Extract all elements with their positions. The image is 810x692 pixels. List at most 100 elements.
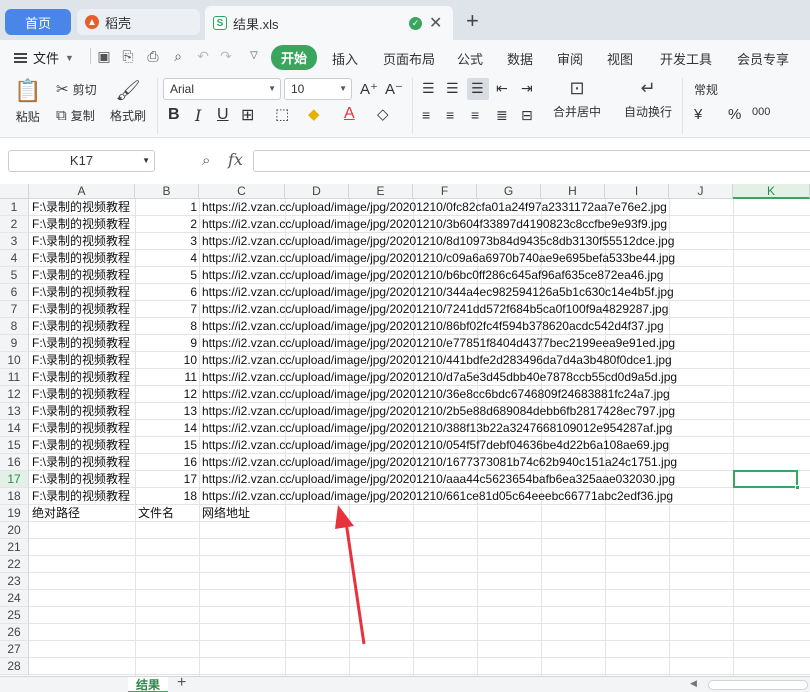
paste-button[interactable]: 📋 粘贴: [14, 78, 41, 125]
tab-start[interactable]: 开始: [271, 45, 318, 70]
redo-icon[interactable]: ↷: [218, 48, 234, 64]
cell-filename[interactable]: 10: [136, 352, 197, 369]
fill-icon[interactable]: ⬚: [275, 105, 289, 123]
align-bottom-icon[interactable]: ☰: [471, 80, 484, 97]
cell-url[interactable]: https://i2.vzan.cc/upload/image/jpg/2020…: [202, 488, 673, 505]
cell-filename[interactable]: 9: [136, 335, 197, 352]
row-header[interactable]: 10: [0, 352, 29, 369]
cell-path[interactable]: F:\录制的视频教程: [32, 318, 134, 335]
row-header[interactable]: 13: [0, 403, 29, 420]
cell-url[interactable]: https://i2.vzan.cc/upload/image/jpg/2020…: [202, 216, 667, 233]
tab-review[interactable]: 审阅: [557, 49, 583, 68]
cell-header-path[interactable]: 绝对路径: [32, 505, 80, 522]
add-tab-icon[interactable]: +: [466, 9, 479, 33]
cell-path[interactable]: F:\录制的视频教程: [32, 250, 134, 267]
row-header[interactable]: 24: [0, 590, 29, 607]
thousands-button[interactable]: 000: [752, 106, 770, 118]
cell-filename[interactable]: 6: [136, 284, 197, 301]
tab-page-layout[interactable]: 页面布局: [383, 49, 435, 68]
column-header[interactable]: J: [669, 184, 733, 199]
cell-filename[interactable]: 15: [136, 437, 197, 454]
cell-path[interactable]: F:\录制的视频教程: [32, 352, 134, 369]
print-icon[interactable]: ⎙: [145, 48, 161, 64]
row-header[interactable]: 2: [0, 216, 29, 233]
row-header[interactable]: 5: [0, 267, 29, 284]
column-header[interactable]: A: [29, 184, 135, 199]
row-header[interactable]: 22: [0, 556, 29, 573]
cell-path[interactable]: F:\录制的视频教程: [32, 420, 134, 437]
tab-data[interactable]: 数据: [507, 49, 533, 68]
font-size-select[interactable]: 10 ▼: [284, 78, 352, 100]
row-header[interactable]: 12: [0, 386, 29, 403]
cell-path[interactable]: F:\录制的视频教程: [32, 488, 134, 505]
row-header[interactable]: 3: [0, 233, 29, 250]
cell-filename[interactable]: 16: [136, 454, 197, 471]
row-header[interactable]: 16: [0, 454, 29, 471]
cell-filename[interactable]: 4: [136, 250, 197, 267]
cut-button[interactable]: ✂ 剪切: [56, 80, 97, 98]
spreadsheet-grid[interactable]: A B C D E F G H I J K 1 2 3 4 5 6 7 8 9 10 11 12 13 14 15 16 17 18 19…: [0, 184, 810, 676]
column-header[interactable]: I: [605, 184, 669, 199]
border-icon[interactable]: ⊞: [241, 105, 254, 125]
italic-icon[interactable]: I: [195, 106, 201, 125]
cell-filename[interactable]: 3: [136, 233, 197, 250]
cell-path[interactable]: F:\录制的视频教程: [32, 216, 134, 233]
cell-filename[interactable]: 7: [136, 301, 197, 318]
cell-filename[interactable]: 1: [136, 199, 197, 216]
cell-filename[interactable]: 17: [136, 471, 197, 488]
cell-url[interactable]: https://i2.vzan.cc/upload/image/jpg/2020…: [202, 369, 677, 386]
column-header[interactable]: D: [285, 184, 349, 199]
file-menu-button[interactable]: 文件 ▼: [14, 48, 74, 67]
row-header[interactable]: 9: [0, 335, 29, 352]
tab-member[interactable]: 会员专享: [737, 49, 789, 68]
currency-button[interactable]: ¥: [694, 106, 702, 123]
align-center-icon[interactable]: ≡: [446, 107, 454, 123]
print-preview-icon[interactable]: ⌕: [170, 48, 186, 64]
row-header[interactable]: 25: [0, 607, 29, 624]
align-middle-icon[interactable]: ☰: [446, 80, 459, 97]
cell-path[interactable]: F:\录制的视频教程: [32, 454, 134, 471]
cell-url[interactable]: https://i2.vzan.cc/upload/image/jpg/2020…: [202, 386, 670, 403]
cell-url[interactable]: https://i2.vzan.cc/upload/image/jpg/2020…: [202, 352, 672, 369]
justify-icon[interactable]: ≣: [496, 107, 508, 124]
column-header[interactable]: C: [199, 184, 285, 199]
row-header[interactable]: 20: [0, 522, 29, 539]
sheet-tab-result[interactable]: 结果: [128, 677, 168, 692]
cell-url[interactable]: https://i2.vzan.cc/upload/image/jpg/2020…: [202, 284, 674, 301]
column-header[interactable]: E: [349, 184, 413, 199]
number-format-select[interactable]: 常规: [688, 78, 810, 100]
cell-url[interactable]: https://i2.vzan.cc/upload/image/jpg/2020…: [202, 335, 675, 352]
column-header[interactable]: G: [477, 184, 541, 199]
export-icon[interactable]: ⎘: [120, 48, 136, 64]
column-header[interactable]: K: [733, 184, 810, 199]
cell-path[interactable]: F:\录制的视频教程: [32, 403, 134, 420]
cell-path[interactable]: F:\录制的视频教程: [32, 437, 134, 454]
cell-header-url[interactable]: 网络地址: [202, 505, 250, 522]
cell-url[interactable]: https://i2.vzan.cc/upload/image/jpg/2020…: [202, 318, 664, 335]
cell-path[interactable]: F:\录制的视频教程: [32, 471, 134, 488]
row-header[interactable]: 4: [0, 250, 29, 267]
bold-icon[interactable]: B: [168, 106, 180, 124]
fill-handle[interactable]: [795, 485, 800, 490]
copy-button[interactable]: ⧉ 复制: [56, 107, 95, 124]
selected-cell-k17[interactable]: [733, 470, 798, 488]
align-right-icon[interactable]: ≡: [471, 107, 479, 123]
eraser-icon[interactable]: ◇: [377, 105, 389, 123]
close-icon[interactable]: ✕: [429, 13, 442, 33]
scroll-left-icon[interactable]: ◀: [690, 678, 697, 689]
underline-icon[interactable]: U: [217, 106, 229, 124]
row-header[interactable]: 15: [0, 437, 29, 454]
customize-icon[interactable]: ▽: [246, 48, 262, 64]
cell-filename[interactable]: 11: [136, 369, 197, 386]
tab-file[interactable]: S 结果.xls ✓ ✕: [205, 6, 453, 40]
add-sheet-icon[interactable]: +: [177, 674, 186, 692]
cell-filename[interactable]: 13: [136, 403, 197, 420]
decrease-font-icon[interactable]: A⁻: [385, 80, 403, 98]
fill-color-icon[interactable]: ◆: [308, 105, 320, 123]
name-box[interactable]: K17 ▼: [8, 150, 155, 172]
increase-font-icon[interactable]: A⁺: [360, 80, 378, 98]
cell-path[interactable]: F:\录制的视频教程: [32, 233, 134, 250]
tab-home[interactable]: 首页: [5, 9, 71, 35]
row-header[interactable]: 8: [0, 318, 29, 335]
zoom-search-icon[interactable]: ⌕: [202, 152, 210, 169]
